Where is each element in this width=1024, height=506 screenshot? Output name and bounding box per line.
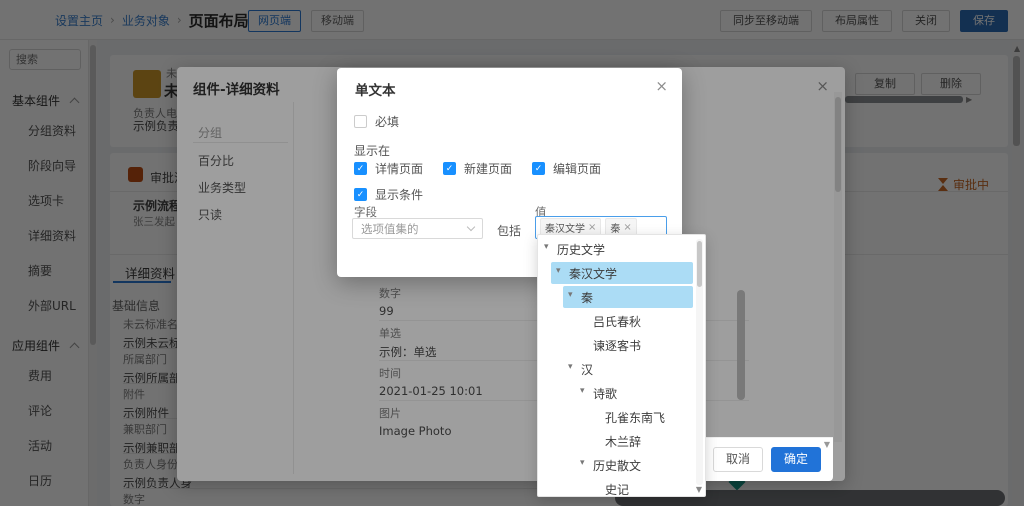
- page-layout-editor: 设置主页 › 业务对象 › 页面布局 网页端移动端 同步至移动端布局属性关闭保存…: [0, 0, 1024, 506]
- tree-node-label: 秦汉文学: [569, 265, 617, 282]
- confirm-button[interactable]: 确定: [771, 447, 821, 472]
- close-icon[interactable]: ×: [655, 79, 668, 94]
- tree-expand-icon[interactable]: ▾: [580, 458, 585, 468]
- field-select-value: 选项值集的: [361, 221, 419, 237]
- tree-node-label: 谏逐客书: [593, 337, 641, 354]
- page-checkbox[interactable]: ✓: [443, 162, 456, 175]
- required-checkbox[interactable]: [354, 115, 367, 128]
- tree-node[interactable]: 木兰辞: [538, 429, 706, 453]
- tag-remove-icon[interactable]: ×: [588, 222, 596, 233]
- operator-text: 包括: [497, 222, 521, 239]
- value-tree-dropdown: ▾历史文学▾秦汉文学▾秦吕氏春秋谏逐客书▾汉▾诗歌孔雀东南飞木兰辞▾历史散文史记…: [537, 234, 706, 497]
- tag-label: 秦: [610, 220, 620, 235]
- tree-node[interactable]: ▾ 历史散文: [538, 453, 706, 477]
- tree-expand-icon[interactable]: ▾: [544, 242, 549, 252]
- tree-expand-icon[interactable]: ▾: [580, 386, 585, 396]
- show-in-label: 显示在: [354, 142, 390, 159]
- tree-expand-icon[interactable]: ▾: [568, 362, 573, 372]
- checkbox-label: 编辑页面: [553, 160, 601, 177]
- tree-node[interactable]: 谏逐客书: [538, 333, 706, 357]
- show-in-option[interactable]: ✓ 新建页面: [443, 160, 512, 177]
- tree-node-label: 木兰辞: [605, 433, 641, 450]
- tree-node[interactable]: 孔雀东南飞: [538, 405, 706, 429]
- tree-node-label: 秦: [581, 289, 593, 306]
- scroll-down-icon[interactable]: ▼: [696, 485, 702, 494]
- tree-node[interactable]: ▾ 历史文学: [538, 237, 706, 261]
- tree-node-label: 汉: [581, 361, 593, 378]
- page-checkbox[interactable]: ✓: [532, 162, 545, 175]
- tag-label: 秦汉文学: [545, 220, 585, 235]
- chevron-down-icon: [467, 223, 475, 231]
- show-in-options: ✓ 详情页面 ✓ 新建页面 ✓ 编辑页面: [354, 160, 601, 177]
- checkbox-label: 新建页面: [464, 160, 512, 177]
- show-in-option[interactable]: ✓ 详情页面: [354, 160, 423, 177]
- condition-checkbox[interactable]: ✓: [354, 188, 367, 201]
- required-label: 必填: [375, 113, 399, 130]
- tag-remove-icon[interactable]: ×: [623, 222, 631, 233]
- tree-node[interactable]: ▾汉: [538, 357, 706, 381]
- condition-checkbox-row[interactable]: ✓ 显示条件: [354, 186, 423, 203]
- tree-expand-icon[interactable]: ▾: [556, 266, 561, 276]
- tree-expand-icon[interactable]: ▾: [568, 290, 573, 300]
- tree-node-label: 史记: [605, 481, 629, 497]
- checkbox-label: 详情页面: [375, 160, 423, 177]
- tree-node-label: 历史文学: [557, 241, 605, 258]
- condition-label: 显示条件: [375, 186, 423, 203]
- inner-modal-title: 单文本: [355, 79, 396, 99]
- required-checkbox-row[interactable]: 必填: [354, 113, 399, 130]
- tree-node[interactable]: 史记: [538, 477, 706, 497]
- scroll-down-icon[interactable]: ▼: [824, 440, 830, 449]
- tree-node-label: 历史散文: [593, 457, 641, 474]
- tree-node[interactable]: ▾ 秦汉文学: [538, 261, 706, 285]
- field-select[interactable]: 选项值集的: [352, 218, 483, 239]
- cancel-button[interactable]: 取消: [713, 447, 763, 472]
- tree-node-label: 吕氏春秋: [593, 313, 641, 330]
- tree-node[interactable]: 吕氏春秋: [538, 309, 706, 333]
- dropdown-scrollbar-thumb[interactable]: [697, 241, 702, 287]
- page-checkbox[interactable]: ✓: [354, 162, 367, 175]
- tree-node-label: 孔雀东南飞: [605, 409, 665, 426]
- tree-node[interactable]: ▾ 诗歌: [538, 381, 706, 405]
- tree-node-label: 诗歌: [593, 385, 617, 402]
- tree-node[interactable]: ▾秦: [538, 285, 706, 309]
- show-in-option[interactable]: ✓ 编辑页面: [532, 160, 601, 177]
